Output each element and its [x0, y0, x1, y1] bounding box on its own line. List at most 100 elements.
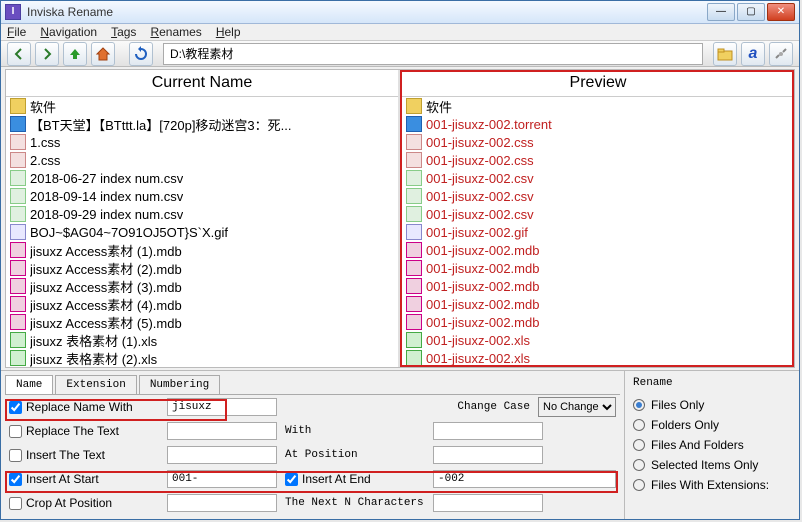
file-name: 001-jisuxz-002.csv: [426, 189, 534, 204]
list-item[interactable]: 001-jisuxz-002.csv: [402, 169, 794, 187]
list-item[interactable]: 001-jisuxz-002.mdb: [402, 313, 794, 331]
list-item[interactable]: 001-jisuxz-002.csv: [402, 187, 794, 205]
list-item[interactable]: BOJ~$AG04~7O91OJ5OT}S`X.gif: [6, 223, 398, 241]
tab-numbering[interactable]: Numbering: [139, 375, 220, 394]
list-item[interactable]: jisuxz Access素材 (3).mdb: [6, 277, 398, 295]
menu-renames[interactable]: Renames: [150, 25, 201, 39]
close-button[interactable]: ✕: [767, 3, 795, 21]
insert-the-text-check[interactable]: [9, 449, 22, 462]
list-item[interactable]: 【BT天堂】【BTttt.la】[720p]移动迷宫3：死...: [6, 115, 398, 133]
list-item[interactable]: 001-jisuxz-002.mdb: [402, 295, 794, 313]
gif-icon: [406, 224, 422, 240]
radio-icon: [633, 439, 645, 451]
titlebar[interactable]: I Inviska Rename — ▢ ✕: [1, 1, 799, 24]
file-name: 2018-09-29 index num.csv: [30, 207, 183, 222]
crop-at-position-input[interactable]: [167, 494, 277, 512]
menu-navigation[interactable]: Navigation: [40, 25, 97, 39]
preview-list[interactable]: 软件001-jisuxz-002.torrent001-jisuxz-002.c…: [402, 97, 794, 367]
file-name: 001-jisuxz-002.css: [426, 153, 534, 168]
insert-at-start-input[interactable]: [167, 470, 277, 488]
next-n-input[interactable]: [433, 494, 543, 512]
list-item[interactable]: 001-jisuxz-002.css: [402, 151, 794, 169]
list-item[interactable]: 001-jisuxz-002.mdb: [402, 259, 794, 277]
list-item[interactable]: jisuxz Access素材 (1).mdb: [6, 241, 398, 259]
radio-files-with-ext[interactable]: Files With Extensions:: [633, 475, 791, 495]
font-button[interactable]: a: [741, 42, 765, 66]
list-item[interactable]: 001-jisuxz-002.gif: [402, 223, 794, 241]
list-item[interactable]: 001-jisuxz-002.xls: [402, 349, 794, 367]
gif-icon: [10, 224, 26, 240]
replace-the-text-input[interactable]: [167, 422, 277, 440]
radio-folders-only[interactable]: Folders Only: [633, 415, 791, 435]
list-item[interactable]: 1.css: [6, 133, 398, 151]
list-item[interactable]: 001-jisuxz-002.css: [402, 133, 794, 151]
replace-name-with-check[interactable]: [9, 401, 22, 414]
insert-at-end-label[interactable]: Insert At End: [285, 472, 425, 486]
nav-back-button[interactable]: [7, 42, 31, 66]
change-case-select[interactable]: No Change: [538, 397, 616, 417]
maximize-button[interactable]: ▢: [737, 3, 765, 21]
path-input[interactable]: D:\教程素材: [163, 43, 703, 65]
list-item[interactable]: 001-jisuxz-002.torrent: [402, 115, 794, 133]
list-item[interactable]: jisuxz 表格素材 (2).xls: [6, 349, 398, 367]
replace-the-text-label[interactable]: Replace The Text: [9, 424, 159, 438]
radio-selected-items[interactable]: Selected Items Only: [633, 455, 791, 475]
file-name: 2018-09-14 index num.csv: [30, 189, 183, 204]
replace-the-text-check[interactable]: [9, 425, 22, 438]
insert-at-end-input[interactable]: [433, 470, 616, 488]
tab-extension[interactable]: Extension: [55, 375, 136, 394]
list-item[interactable]: jisuxz Access素材 (2).mdb: [6, 259, 398, 277]
list-item[interactable]: 2.css: [6, 151, 398, 169]
xls-icon: [406, 332, 422, 348]
tab-name[interactable]: Name: [5, 375, 53, 394]
menu-file[interactable]: File: [7, 25, 26, 39]
list-item[interactable]: 软件: [402, 97, 794, 115]
list-item[interactable]: 001-jisuxz-002.xls: [402, 331, 794, 349]
file-name: 【BT天堂】【BTttt.la】[720p]移动迷宫3：死...: [30, 115, 292, 134]
css-icon: [406, 152, 422, 168]
folder-open-button[interactable]: [713, 42, 737, 66]
replace-name-with-label[interactable]: Replace Name With: [9, 400, 159, 414]
css-icon: [10, 134, 26, 150]
window-title: Inviska Rename: [27, 5, 707, 19]
list-item[interactable]: 2018-09-14 index num.csv: [6, 187, 398, 205]
crop-at-position-label[interactable]: Crop At Position: [9, 496, 159, 510]
list-item[interactable]: jisuxz Access素材 (4).mdb: [6, 295, 398, 313]
insert-at-end-check[interactable]: [285, 473, 298, 486]
with-input[interactable]: [433, 422, 543, 440]
file-name: 001-jisuxz-002.mdb: [426, 261, 539, 276]
list-item[interactable]: jisuxz 表格素材 (1).xls: [6, 331, 398, 349]
radio-files-and-folders[interactable]: Files And Folders: [633, 435, 791, 455]
list-item[interactable]: jisuxz Access素材 (5).mdb: [6, 313, 398, 331]
nav-home-button[interactable]: [91, 42, 115, 66]
minimize-button[interactable]: —: [707, 3, 735, 21]
insert-the-text-label[interactable]: Insert The Text: [9, 448, 159, 462]
list-item[interactable]: 001-jisuxz-002.mdb: [402, 241, 794, 259]
file-name: 001-jisuxz-002.torrent: [426, 117, 552, 132]
list-item[interactable]: 软件: [6, 97, 398, 115]
list-item[interactable]: 001-jisuxz-002.mdb: [402, 277, 794, 295]
mdb-icon: [406, 314, 422, 330]
nav-up-button[interactable]: [63, 42, 87, 66]
radio-files-only[interactable]: Files Only: [633, 395, 791, 415]
at-position-input[interactable]: [433, 446, 543, 464]
current-name-list[interactable]: 软件【BT天堂】【BTttt.la】[720p]移动迷宫3：死...1.css2…: [6, 97, 398, 367]
nav-forward-button[interactable]: [35, 42, 59, 66]
menu-tags[interactable]: Tags: [111, 25, 136, 39]
insert-the-text-input[interactable]: [167, 446, 277, 464]
refresh-button[interactable]: [129, 42, 153, 66]
at-position-label: At Position: [285, 449, 425, 461]
crop-at-position-check[interactable]: [9, 497, 22, 510]
list-item[interactable]: 2018-09-29 index num.csv: [6, 205, 398, 223]
list-item[interactable]: 2018-06-27 index num.csv: [6, 169, 398, 187]
insert-at-start-check[interactable]: [9, 473, 22, 486]
rename-group-title: Rename: [633, 377, 791, 389]
bt-icon: [406, 116, 422, 132]
menu-help[interactable]: Help: [216, 25, 241, 39]
insert-at-start-label[interactable]: Insert At Start: [9, 472, 159, 486]
current-name-panel: Current Name 软件【BT天堂】【BTttt.la】[720p]移动迷…: [6, 70, 398, 367]
csv-icon: [10, 206, 26, 222]
list-item[interactable]: 001-jisuxz-002.csv: [402, 205, 794, 223]
settings-button[interactable]: [769, 42, 793, 66]
replace-name-with-input[interactable]: [167, 398, 277, 416]
